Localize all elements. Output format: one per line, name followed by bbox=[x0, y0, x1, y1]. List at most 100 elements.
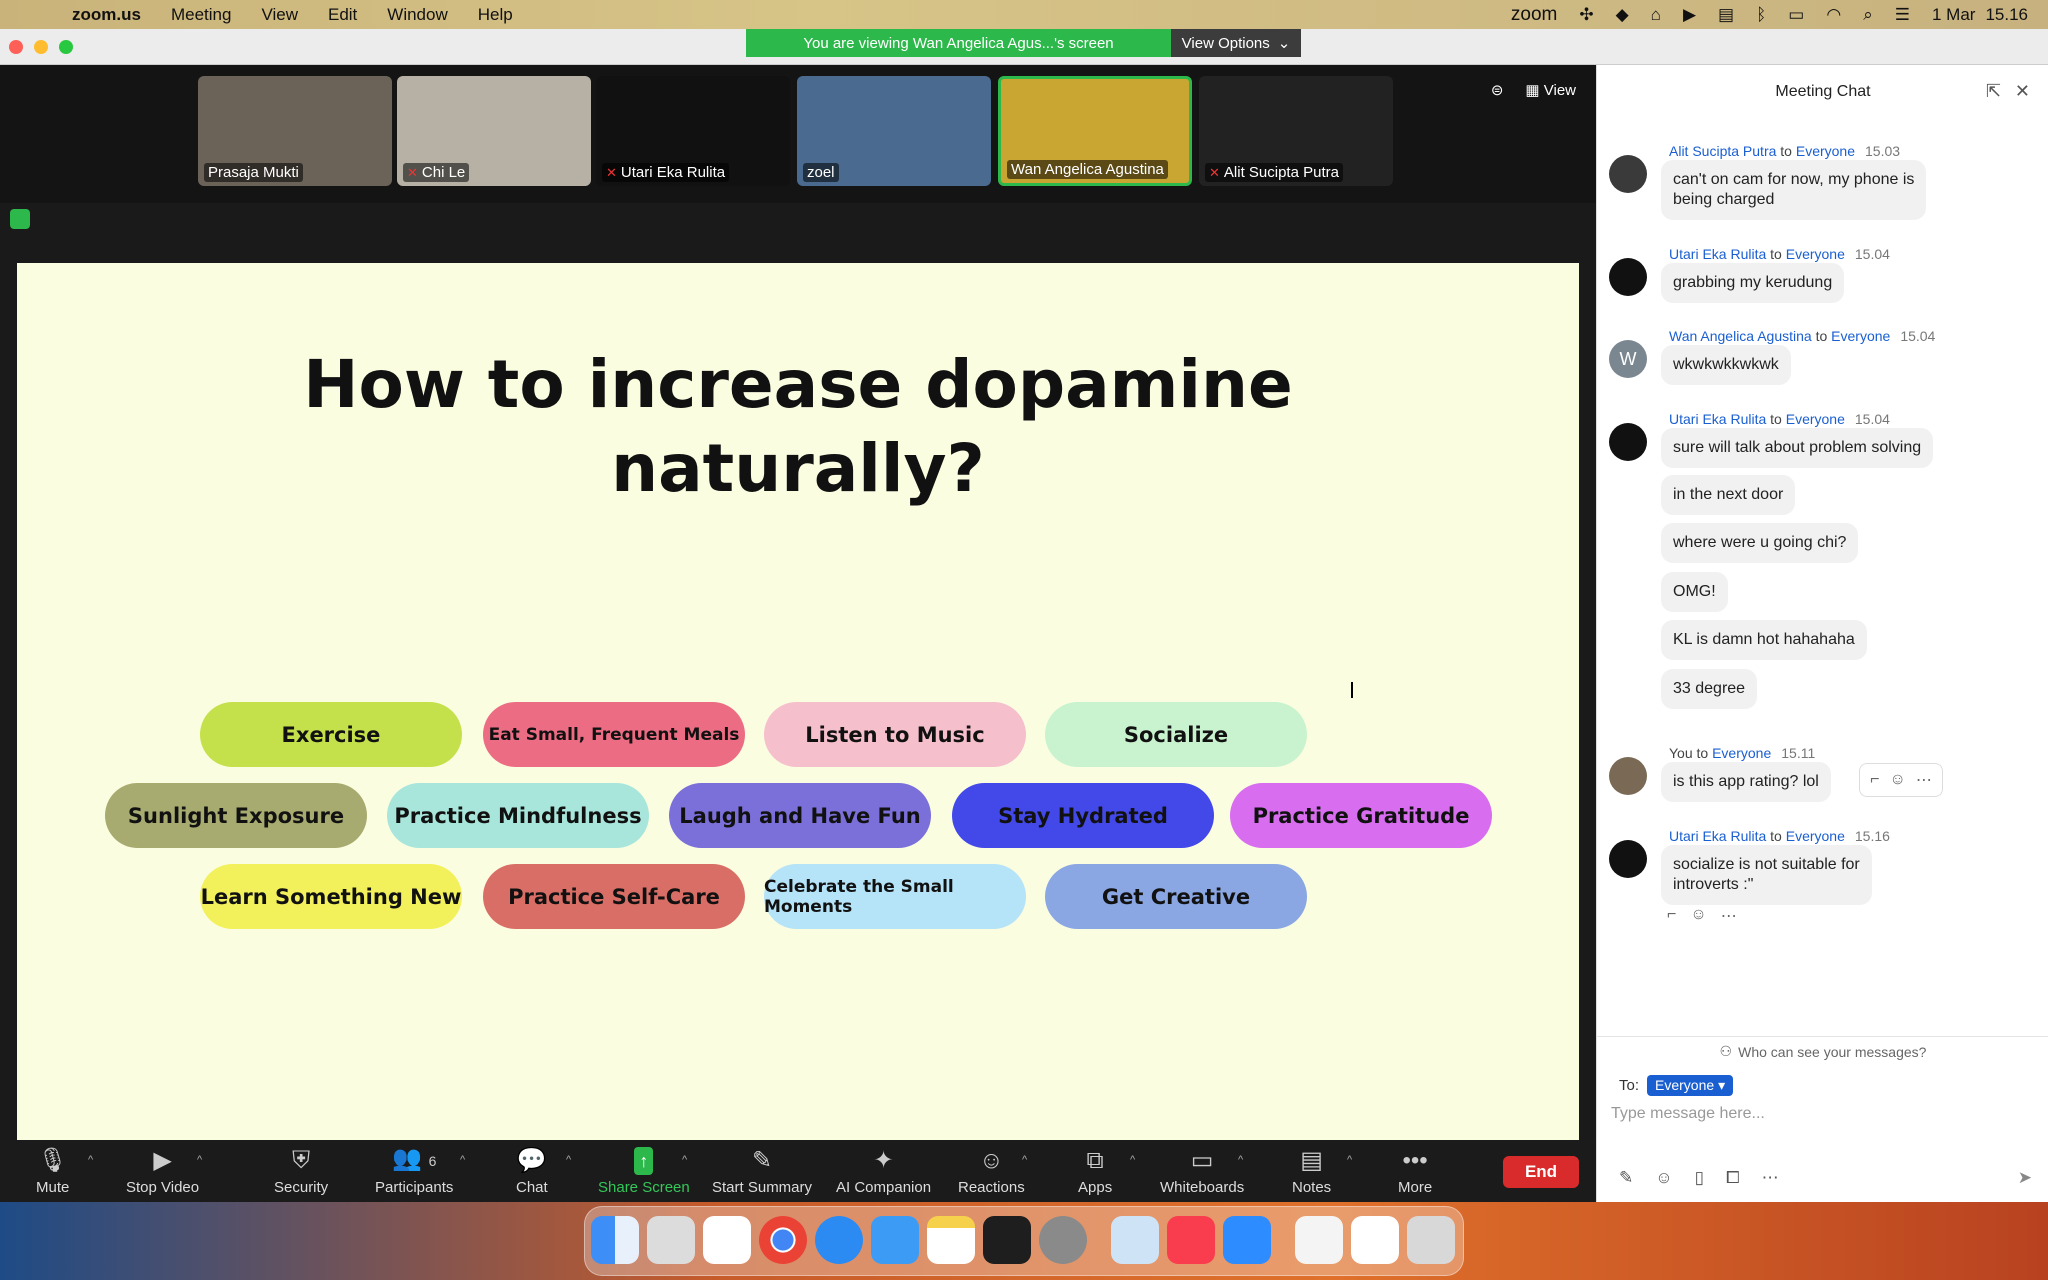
apple-icon[interactable] bbox=[24, 5, 42, 25]
sender-name[interactable]: You bbox=[1669, 745, 1693, 761]
zoom-window-button[interactable] bbox=[59, 40, 73, 54]
menu-meeting[interactable]: Meeting bbox=[171, 5, 231, 25]
figma-icon[interactable] bbox=[983, 1216, 1031, 1264]
notes-button[interactable]: ▤ Notes bbox=[1292, 1144, 1331, 1200]
mail-icon[interactable] bbox=[871, 1216, 919, 1264]
mute-options-caret[interactable]: ^ bbox=[88, 1154, 93, 1166]
play-status-icon[interactable]: ▶ bbox=[1683, 5, 1696, 25]
recipient-select[interactable]: Everyone ▾ bbox=[1647, 1075, 1734, 1096]
control-center-icon[interactable]: ☰ bbox=[1895, 5, 1910, 25]
format-text-icon[interactable]: ✎ bbox=[1619, 1168, 1633, 1188]
add-reaction-icon[interactable]: ☺ bbox=[1890, 771, 1906, 789]
bluetooth-icon[interactable]: ᛒ bbox=[1756, 5, 1766, 25]
reactions-button[interactable]: ☺ Reactions bbox=[958, 1144, 1025, 1200]
ai-companion-button[interactable]: ✦ AI Companion bbox=[836, 1144, 931, 1200]
apps-options-caret[interactable]: ^ bbox=[1130, 1154, 1135, 1166]
notes-options-caret[interactable]: ^ bbox=[1347, 1154, 1352, 1166]
more-button[interactable]: ••• More bbox=[1398, 1144, 1432, 1200]
end-meeting-button[interactable]: End bbox=[1503, 1156, 1579, 1188]
close-icon[interactable]: ✕ bbox=[2015, 81, 2030, 102]
security-button[interactable]: ⛨ Security bbox=[274, 1144, 328, 1200]
emoji-icon[interactable]: ☺ bbox=[1655, 1168, 1672, 1188]
send-icon[interactable]: ➤ bbox=[2018, 1168, 2032, 1188]
add-reaction-icon[interactable]: ☺ bbox=[1690, 906, 1706, 926]
reactions-options-caret[interactable]: ^ bbox=[1022, 1154, 1027, 1166]
start-summary-button[interactable]: ✎ Start Summary bbox=[712, 1144, 812, 1200]
view-button[interactable]: ▦ View bbox=[1525, 81, 1576, 99]
hide-strip-icon[interactable]: ⊜ bbox=[1491, 81, 1504, 99]
recipient-name[interactable]: Everyone bbox=[1796, 143, 1855, 159]
participants-button[interactable]: 👥 6 Participants bbox=[375, 1144, 453, 1200]
battery-icon[interactable]: ▭ bbox=[1788, 5, 1804, 25]
menu-view[interactable]: View bbox=[261, 5, 298, 25]
menu-edit[interactable]: Edit bbox=[328, 5, 357, 25]
reply-icon[interactable]: ⌐ bbox=[1667, 906, 1676, 926]
sender-name[interactable]: Alit Sucipta Putra bbox=[1669, 143, 1776, 159]
avatar[interactable] bbox=[1609, 757, 1647, 795]
participant-tile[interactable]: Prasaja Mukti bbox=[198, 76, 392, 186]
search-icon[interactable]: ⌕ bbox=[1863, 5, 1873, 25]
encryption-shield-icon[interactable] bbox=[10, 209, 30, 229]
participant-tile[interactable]: ✕ Utari Eka Rulita bbox=[596, 76, 790, 186]
sender-name[interactable]: Utari Eka Rulita bbox=[1669, 828, 1766, 844]
pdf-document-icon[interactable] bbox=[1295, 1216, 1343, 1264]
menu-date[interactable]: 1 Mar bbox=[1932, 5, 1975, 25]
avatar[interactable] bbox=[1609, 258, 1647, 296]
recipient-name[interactable]: Everyone bbox=[1712, 745, 1771, 761]
more-actions-icon[interactable]: ⋯ bbox=[1721, 906, 1737, 926]
recipient-name[interactable]: Everyone bbox=[1786, 828, 1845, 844]
avatar[interactable] bbox=[1609, 423, 1647, 461]
more-actions-icon[interactable]: ⋯ bbox=[1916, 770, 1932, 790]
trash-icon[interactable] bbox=[1407, 1216, 1455, 1264]
system-settings-icon[interactable] bbox=[1039, 1216, 1087, 1264]
recipient-name[interactable]: Everyone bbox=[1786, 411, 1845, 427]
message-input[interactable]: Type message here... bbox=[1611, 1105, 1765, 1123]
sender-name[interactable]: Wan Angelica Agustina bbox=[1669, 328, 1812, 344]
slack-status-icon[interactable]: ✣ bbox=[1579, 5, 1593, 25]
close-window-button[interactable] bbox=[9, 40, 23, 54]
music-icon[interactable] bbox=[1167, 1216, 1215, 1264]
view-options-button[interactable]: View Options ⌄ bbox=[1171, 29, 1301, 57]
apps-button[interactable]: ⧉ Apps bbox=[1078, 1144, 1112, 1200]
file-icon[interactable]: ▯ bbox=[1695, 1168, 1704, 1188]
chat-button[interactable]: 💬 Chat bbox=[516, 1144, 548, 1200]
chat-options-caret[interactable]: ^ bbox=[566, 1154, 571, 1166]
participant-tile[interactable]: Wan Angelica Agustina bbox=[998, 76, 1192, 186]
avatar[interactable] bbox=[1609, 155, 1647, 193]
pop-out-icon[interactable]: ⇱ bbox=[1986, 81, 2001, 102]
sender-name[interactable]: Utari Eka Rulita bbox=[1669, 411, 1766, 427]
menu-app-name[interactable]: zoom.us bbox=[72, 5, 141, 25]
memory-status-icon[interactable]: ▤ bbox=[1718, 5, 1734, 25]
menu-window[interactable]: Window bbox=[387, 5, 447, 25]
participant-tile[interactable]: zoel bbox=[797, 76, 991, 186]
finder-icon[interactable] bbox=[591, 1216, 639, 1264]
sender-name[interactable]: Utari Eka Rulita bbox=[1669, 246, 1766, 262]
whiteboards-options-caret[interactable]: ^ bbox=[1238, 1154, 1243, 1166]
recipient-name[interactable]: Everyone bbox=[1831, 328, 1890, 344]
avatar[interactable] bbox=[1609, 840, 1647, 878]
zoom-app-icon[interactable] bbox=[1223, 1216, 1271, 1264]
more-tools-icon[interactable]: ⋯ bbox=[1762, 1168, 1779, 1188]
slack-icon[interactable] bbox=[703, 1216, 751, 1264]
launchpad-icon[interactable] bbox=[647, 1216, 695, 1264]
mute-button[interactable]: 🎙 Mute bbox=[36, 1144, 69, 1200]
chrome-icon[interactable] bbox=[759, 1216, 807, 1264]
who-can-see-link[interactable]: ⚇ Who can see your messages? bbox=[1597, 1036, 2048, 1066]
recipient-name[interactable]: Everyone bbox=[1786, 246, 1845, 262]
shield-status-icon[interactable]: ◆ bbox=[1616, 5, 1629, 25]
preview-icon[interactable] bbox=[1111, 1216, 1159, 1264]
safari-icon[interactable] bbox=[815, 1216, 863, 1264]
whiteboards-button[interactable]: ▭ Whiteboards bbox=[1160, 1144, 1244, 1200]
minimize-window-button[interactable] bbox=[34, 40, 48, 54]
people-status-icon[interactable]: ⌂ bbox=[1651, 5, 1661, 25]
menu-time[interactable]: 15.16 bbox=[1985, 5, 2028, 25]
notes-app-icon[interactable] bbox=[927, 1216, 975, 1264]
share-options-caret[interactable]: ^ bbox=[682, 1154, 687, 1166]
participant-tile[interactable]: ✕ Alit Sucipta Putra bbox=[1199, 76, 1393, 186]
wifi-icon[interactable]: ◠ bbox=[1826, 5, 1841, 25]
stop-video-button[interactable]: ▶ Stop Video bbox=[126, 1144, 199, 1200]
video-options-caret[interactable]: ^ bbox=[197, 1154, 202, 1166]
share-screen-button[interactable]: ↑ Share Screen bbox=[598, 1144, 690, 1200]
menu-help[interactable]: Help bbox=[478, 5, 513, 25]
zoom-status-item[interactable]: zoom bbox=[1511, 4, 1557, 26]
